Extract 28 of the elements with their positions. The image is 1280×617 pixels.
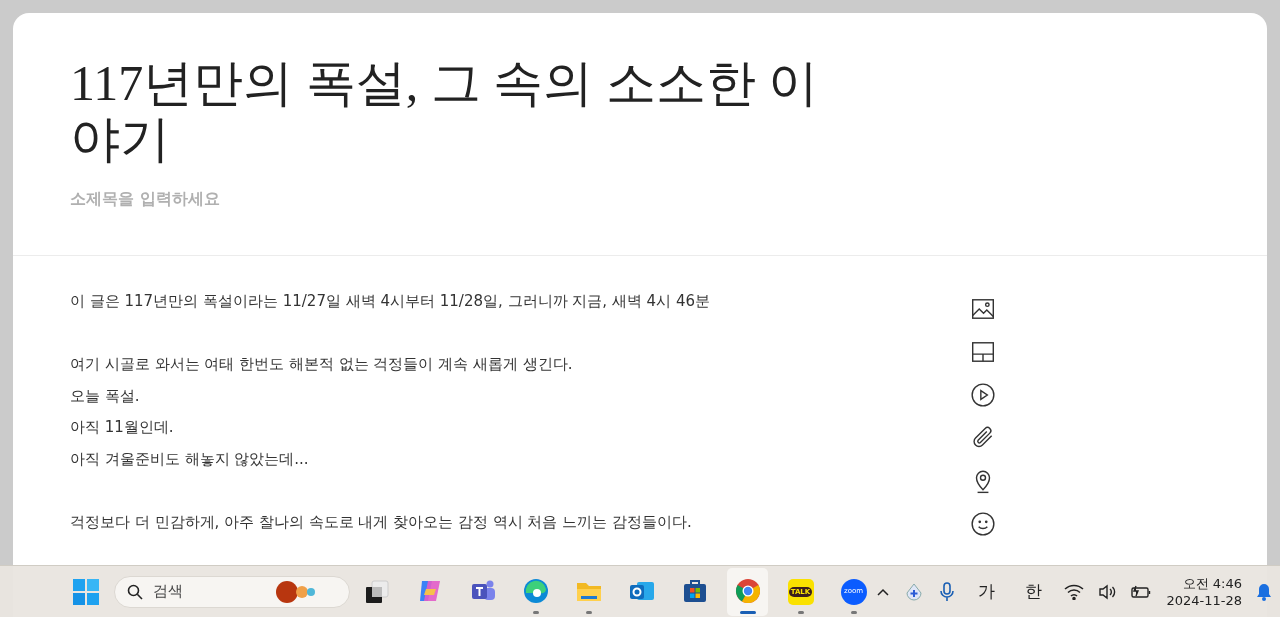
clock-date[interactable]: 2024-11-28 [1166,591,1242,609]
edge-icon [521,576,550,605]
speaker-icon [1098,583,1117,600]
body-line: 아직 11월인데. [70,417,175,438]
layout-icon[interactable] [970,339,996,365]
wifi-icon [1064,583,1085,600]
subtitle-field[interactable]: 소제목을 입력하세요 [70,187,470,211]
chrome-icon [733,576,762,605]
bell-icon [1256,582,1272,601]
smiley-icon[interactable] [970,511,996,537]
microphone-icon [938,581,957,602]
search-icon [127,583,143,600]
body-line: 여기 시골로 와서는 여태 한번도 해본적 없는 걱정들이 계속 새롭게 생긴다. [70,354,574,375]
search-field[interactable]: 검색 [114,575,350,608]
body-line: 오늘 폭설. [70,385,141,407]
task-view-icon [363,578,390,605]
search-input[interactable]: 검색 [153,580,263,603]
battery-icon [1130,583,1153,600]
image-icon[interactable] [970,296,996,322]
body-line: 아직 겨울준비도 해놓지 않았는데... [70,448,310,470]
drop-plus-icon [904,581,925,602]
body-line: 걱정보다 더 민감하게, 아주 찰나의 속도로 내게 찾아오는 감정 역시 처음 느끼는 감정들이다. [70,511,693,533]
play-icon[interactable] [970,382,996,408]
ime-indicator[interactable]: 가 [970,578,1004,605]
post-title: 117년만의 폭설, 그 속의 소소한 이야기 [70,55,820,167]
clock-time[interactable]: 오전 4:46 [1182,574,1242,592]
body-line: 이 글은 117년만의 폭설이라는 11/27일 새벽 4시부터 11/28일, 그러니까 지금, 새벽 4시 46분 [70,291,711,312]
ime-indicator[interactable]: 한 [1017,578,1051,605]
